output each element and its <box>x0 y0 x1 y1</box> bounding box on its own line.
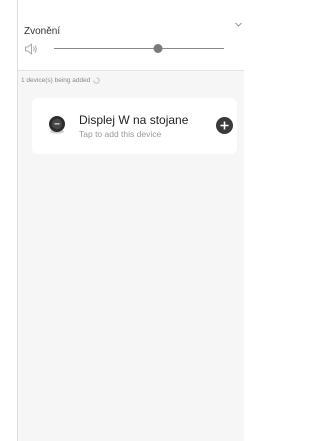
speaker-icon <box>24 42 38 56</box>
volume-slider-track <box>54 48 224 49</box>
volume-slider-knob[interactable] <box>153 44 163 53</box>
plus-icon <box>220 121 229 130</box>
device-display-icon <box>46 114 68 136</box>
device-card[interactable]: Displej W na stojane Tap to add this dev… <box>32 98 237 154</box>
ringtone-title: Zvonění <box>24 26 61 37</box>
adding-status: 1 device(s) being added <box>21 77 101 84</box>
ringtone-panel: Zvonění <box>18 0 244 71</box>
add-device-button[interactable] <box>216 117 233 134</box>
loading-spinner-icon <box>93 77 101 84</box>
app-screen: Zvonění 1 device(s) being added Displej … <box>17 0 244 441</box>
volume-slider[interactable] <box>54 43 224 55</box>
adding-status-text: 1 device(s) being added <box>21 77 91 84</box>
device-subtitle: Tap to add this device <box>79 129 162 139</box>
chevron-down-icon[interactable] <box>235 21 242 28</box>
device-name: Displej W na stojane <box>79 113 189 127</box>
